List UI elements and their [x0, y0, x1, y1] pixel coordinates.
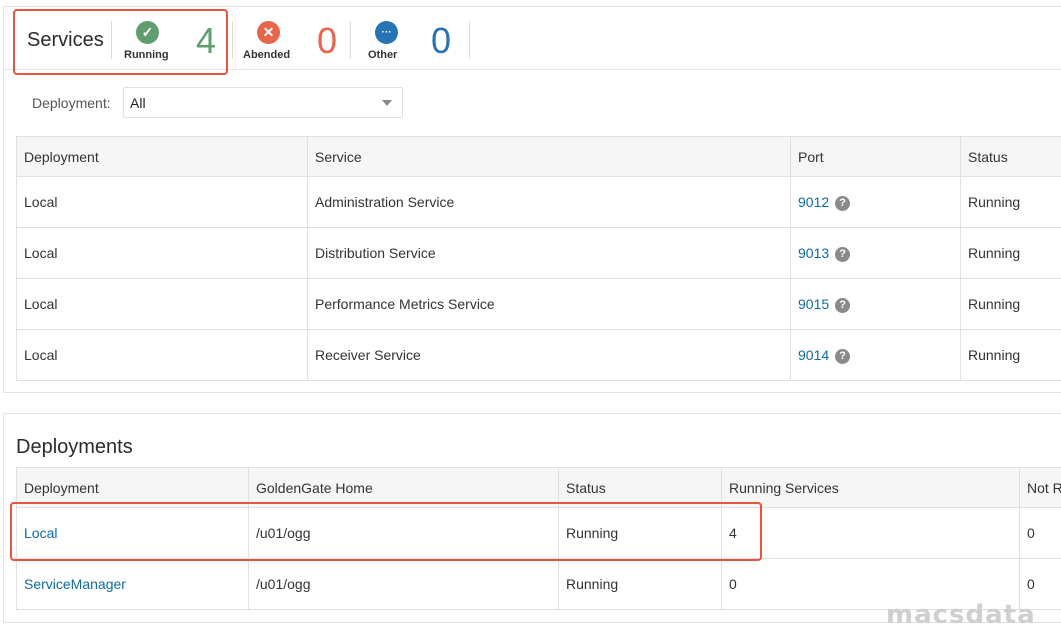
more-icon: ··· [375, 21, 398, 44]
column-header-service[interactable]: Service [307, 136, 791, 177]
table-row: Local Receiver Service 9014? Running [16, 329, 1061, 381]
cell-status: Running [960, 227, 1061, 279]
table-row: Local Distribution Service 9013? Running [16, 227, 1061, 279]
deployment-link[interactable]: ServiceManager [24, 576, 126, 592]
cell-port: 9015? [790, 278, 961, 330]
column-header-running-services[interactable]: Running Services [721, 467, 1020, 508]
column-header-not-running[interactable]: Not R [1019, 467, 1061, 508]
table-row: Local Administration Service 9012? Runni… [16, 176, 1061, 228]
help-icon[interactable]: ? [835, 246, 851, 262]
divider [350, 21, 351, 59]
table-row: Local Performance Metrics Service 9015? … [16, 278, 1061, 330]
cell-home: /u01/ogg [248, 558, 559, 610]
cell-service: Administration Service [307, 176, 791, 228]
cell-deployment: ServiceManager [16, 558, 249, 610]
port-link[interactable]: 9013 [798, 245, 829, 261]
help-icon[interactable]: ? [835, 348, 851, 364]
deployment-filter-value: All [130, 95, 146, 111]
cell-port: 9012? [790, 176, 961, 228]
annotation-highlight-running [13, 9, 228, 75]
cell-running-services: 4 [721, 507, 1020, 559]
cell-status: Running [960, 278, 1061, 330]
stat-abended[interactable]: ✕ Abended 0 [243, 21, 343, 65]
cell-port: 9014? [790, 329, 961, 381]
stat-abended-count: 0 [317, 20, 338, 61]
cell-deployment: Local [16, 176, 308, 228]
chevron-down-icon [382, 100, 392, 106]
table-header-row: Deployment Service Port Status [16, 136, 1061, 177]
divider [469, 21, 470, 59]
stat-abended-label: Abended [243, 49, 291, 61]
column-header-status[interactable]: Status [960, 136, 1061, 177]
watermark: macsdata [886, 600, 1036, 630]
cell-deployment: Local [16, 278, 308, 330]
cell-deployment: Local [16, 227, 308, 279]
deployments-title: Deployments [16, 436, 133, 458]
stat-other-count: 0 [431, 20, 452, 61]
column-header-deployment[interactable]: Deployment [16, 136, 308, 177]
stat-other[interactable]: ··· Other 0 [368, 21, 468, 65]
divider [232, 21, 233, 59]
cell-status: Running [960, 176, 1061, 228]
annotation-highlight-local-row [10, 502, 762, 561]
cell-status: Running [960, 329, 1061, 381]
cell-status: Running [558, 558, 722, 610]
stat-other-label: Other [368, 49, 398, 61]
cell-deployment: Local [16, 329, 308, 381]
cell-not-running: 0 [1019, 507, 1061, 559]
cell-service: Receiver Service [307, 329, 791, 381]
deployment-filter-label: Deployment: [32, 95, 111, 111]
services-table: Deployment Service Port Status Local Adm… [16, 136, 1061, 381]
x-icon: ✕ [257, 21, 280, 44]
port-link[interactable]: 9014 [798, 347, 829, 363]
deployment-filter-select[interactable]: All [123, 87, 403, 118]
cell-service: Performance Metrics Service [307, 278, 791, 330]
help-icon[interactable]: ? [835, 195, 851, 211]
cell-service: Distribution Service [307, 227, 791, 279]
column-header-port[interactable]: Port [790, 136, 961, 177]
cell-port: 9013? [790, 227, 961, 279]
port-link[interactable]: 9012 [798, 194, 829, 210]
port-link[interactable]: 9015 [798, 296, 829, 312]
help-icon[interactable]: ? [835, 297, 851, 313]
